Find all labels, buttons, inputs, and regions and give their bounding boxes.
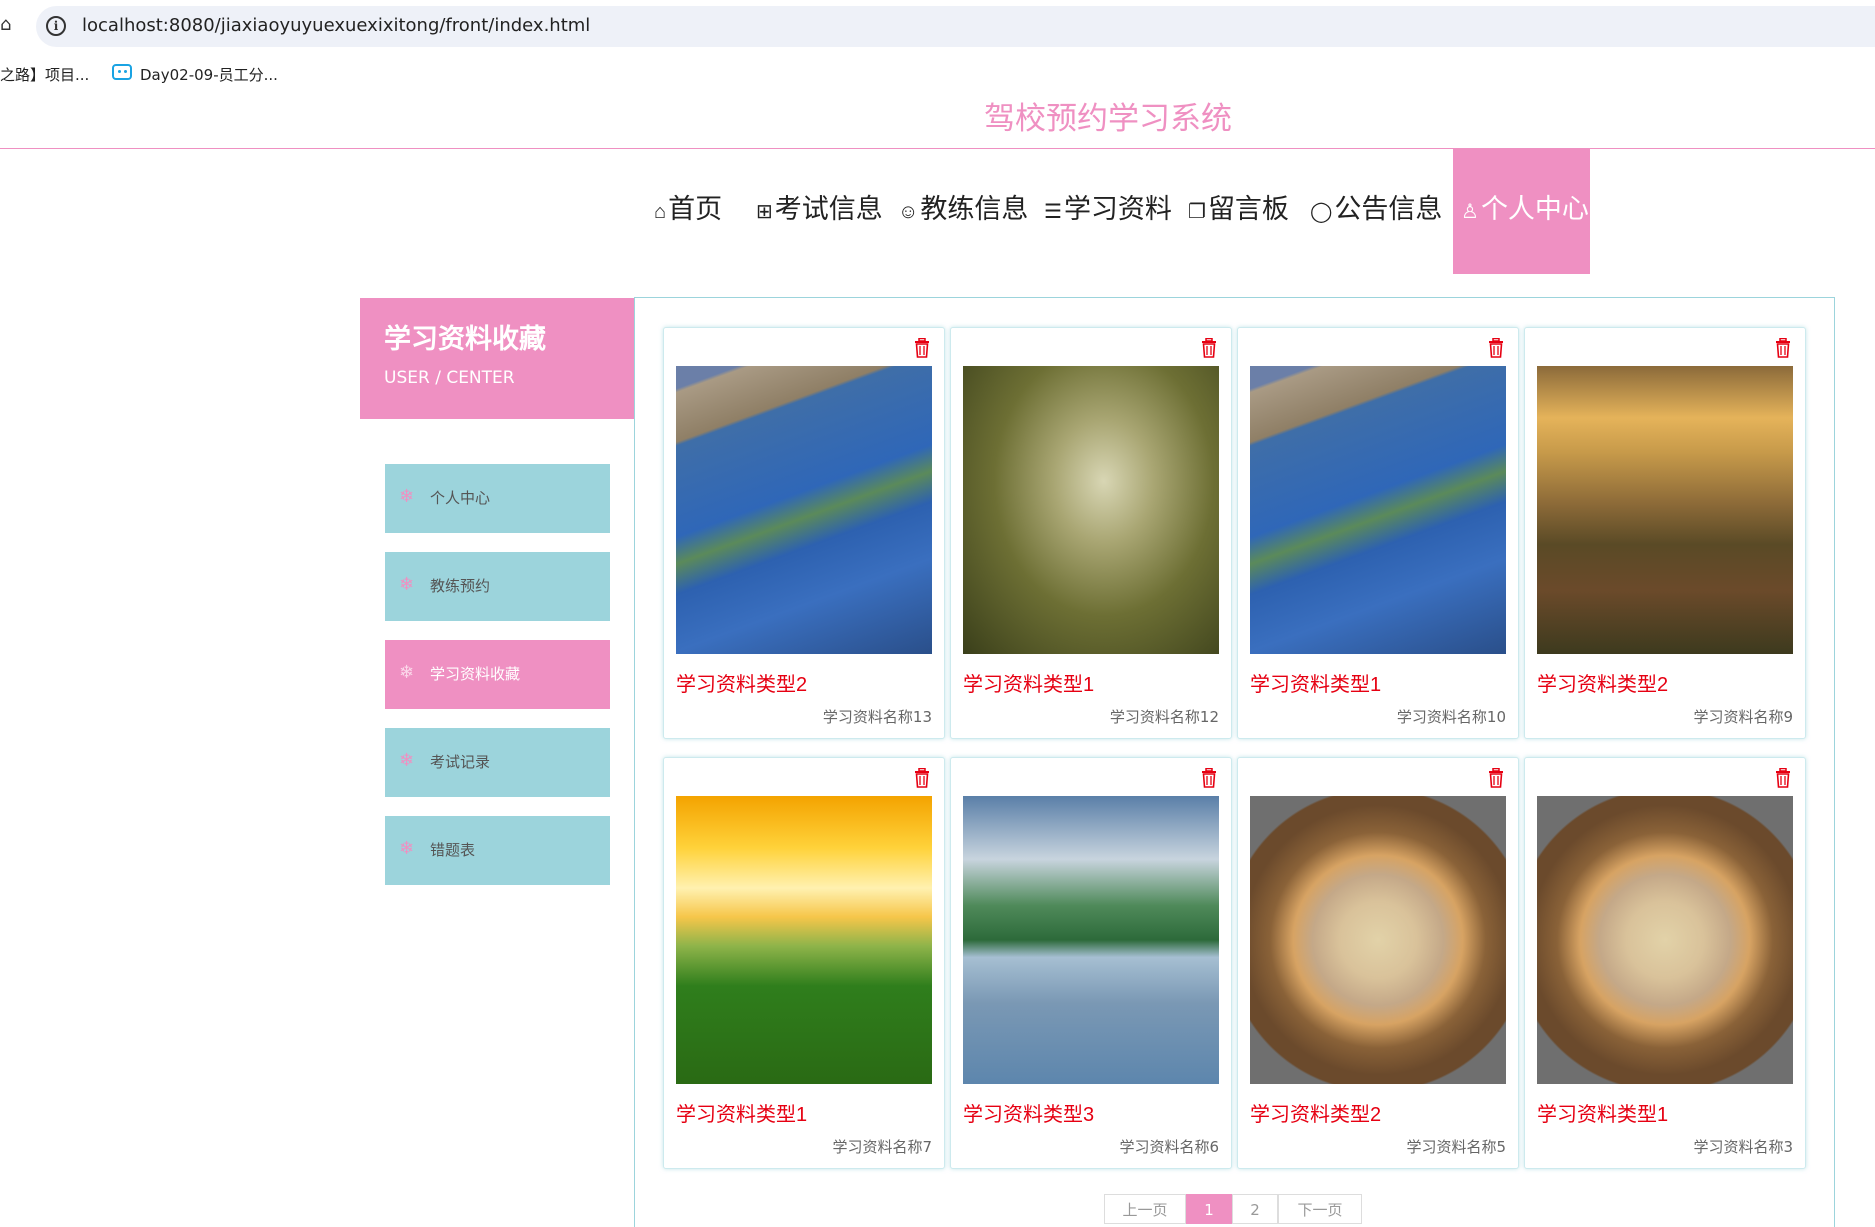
card-image[interactable] — [963, 366, 1219, 654]
home-icon[interactable]: ⌂ — [0, 14, 14, 36]
card-image[interactable] — [676, 796, 932, 1084]
page-2-button[interactable]: 2 — [1232, 1194, 1278, 1224]
favorite-card[interactable]: 学习资料类型2 学习资料名称9 — [1524, 327, 1806, 739]
card-type[interactable]: 学习资料类型2 — [1537, 671, 1668, 699]
card-image[interactable] — [676, 366, 932, 654]
snowflake-icon: ❄ — [399, 838, 415, 859]
nav-announcements[interactable]: ◯公告信息 — [1310, 149, 1442, 274]
trash-icon[interactable] — [1201, 768, 1217, 788]
card-name: 学习资料名称6 — [1119, 1138, 1219, 1156]
site-info-icon[interactable]: i — [46, 16, 66, 36]
sidebar-item-wrong-questions[interactable]: ❄ 错题表 — [385, 816, 610, 885]
nav-label: 个人中心 — [1480, 194, 1589, 224]
favorite-card[interactable]: 学习资料类型1 学习资料名称10 — [1237, 327, 1519, 739]
palette-icon: ☺ — [898, 201, 919, 223]
sidebar-item-coach-booking[interactable]: ❄ 教练预约 — [385, 552, 610, 621]
prev-page-button[interactable]: 上一页 — [1104, 1194, 1186, 1224]
nav-message-board[interactable]: ❐留言板 — [1188, 149, 1289, 274]
next-page-button[interactable]: 下一页 — [1278, 1194, 1362, 1224]
trash-icon[interactable] — [1201, 338, 1217, 358]
card-type[interactable]: 学习资料类型2 — [676, 671, 807, 699]
nav-study-materials[interactable]: ☰学习资料 — [1044, 149, 1172, 274]
sidebar-item-personal-center[interactable]: ❄ 个人中心 — [385, 464, 610, 533]
trash-icon[interactable] — [1775, 338, 1791, 358]
snowflake-icon: ❄ — [399, 486, 415, 507]
url-text[interactable]: localhost:8080/jiaxiaoyuyuexuexixitong/f… — [82, 14, 590, 38]
card-image[interactable] — [963, 796, 1219, 1084]
nav-personal-center[interactable]: ♙个人中心 — [1453, 149, 1590, 274]
nav-label: 留言板 — [1207, 194, 1289, 224]
sidebar-item-favorites[interactable]: ❄ 学习资料收藏 — [385, 640, 610, 709]
card-name: 学习资料名称7 — [832, 1138, 932, 1156]
favorite-card[interactable]: 学习资料类型2 学习资料名称5 — [1237, 757, 1519, 1169]
snowflake-icon: ❄ — [399, 662, 415, 683]
trash-icon[interactable] — [914, 338, 930, 358]
sidebar-item-exam-records[interactable]: ❄ 考试记录 — [385, 728, 610, 797]
trash-icon[interactable] — [1488, 768, 1504, 788]
home-icon: ⌂ — [654, 201, 667, 223]
trash-icon[interactable] — [914, 768, 930, 788]
nav-coach-info[interactable]: ☺教练信息 — [898, 149, 1028, 274]
sidebar-item-label: 错题表 — [430, 841, 476, 859]
card-name: 学习资料名称13 — [822, 708, 932, 726]
user-icon: ♙ — [1461, 201, 1479, 223]
card-type[interactable]: 学习资料类型1 — [1250, 671, 1381, 699]
sidebar-item-label: 学习资料收藏 — [430, 665, 521, 683]
gift-icon: ⊞ — [756, 201, 773, 223]
book-icon: ❐ — [1188, 201, 1206, 223]
sidebar-item-label: 考试记录 — [430, 753, 491, 771]
circle-icon: ◯ — [1310, 201, 1333, 223]
nav-exam-info[interactable]: ⊞考试信息 — [756, 149, 883, 274]
page-1-button[interactable]: 1 — [1186, 1194, 1232, 1224]
favorite-card[interactable]: 学习资料类型1 学习资料名称3 — [1524, 757, 1806, 1169]
favorite-card[interactable]: 学习资料类型1 学习资料名称7 — [663, 757, 945, 1169]
card-type[interactable]: 学习资料类型1 — [676, 1101, 807, 1129]
nav-label: 公告信息 — [1334, 194, 1443, 224]
card-type[interactable]: 学习资料类型1 — [1537, 1101, 1668, 1129]
snowflake-icon: ❄ — [399, 750, 415, 771]
card-name: 学习资料名称3 — [1693, 1138, 1793, 1156]
trash-icon[interactable] — [1488, 338, 1504, 358]
snowflake-icon: ❄ — [399, 574, 415, 595]
sidebar-header: 学习资料收藏 USER / CENTER — [360, 298, 635, 419]
bookmark-1[interactable]: 之路】项目... — [0, 64, 89, 86]
bookmarks-bar: 之路】项目... Day02-09-员工分... — [0, 54, 1875, 94]
card-type[interactable]: 学习资料类型3 — [963, 1101, 1094, 1129]
card-type[interactable]: 学习资料类型2 — [1250, 1101, 1381, 1129]
nav-label: 教练信息 — [920, 194, 1029, 224]
sidebar-item-label: 个人中心 — [430, 489, 491, 507]
card-name: 学习资料名称5 — [1406, 1138, 1506, 1156]
nav-label: 学习资料 — [1063, 194, 1172, 224]
card-image[interactable] — [1537, 366, 1793, 654]
card-name: 学习资料名称9 — [1693, 708, 1793, 726]
sidebar-subtitle: USER / CENTER — [384, 368, 515, 388]
sidebar-title: 学习资料收藏 — [384, 324, 546, 354]
favorite-card[interactable]: 学习资料类型2 学习资料名称13 — [663, 327, 945, 739]
card-image[interactable] — [1537, 796, 1793, 1084]
browser-toolbar: ⌂ i localhost:8080/jiaxiaoyuyuexuexixito… — [0, 0, 1875, 54]
card-type[interactable]: 学习资料类型1 — [963, 671, 1094, 699]
nav-home[interactable]: ⌂首页 — [654, 149, 722, 274]
card-name: 学习资料名称12 — [1109, 708, 1219, 726]
bilibili-icon — [112, 64, 132, 80]
clipboard-icon: ☰ — [1044, 201, 1062, 223]
nav-label: 考试信息 — [774, 194, 883, 224]
card-image[interactable] — [1250, 366, 1506, 654]
card-image[interactable] — [1250, 796, 1506, 1084]
sidebar-item-label: 教练预约 — [430, 577, 491, 595]
trash-icon[interactable] — [1775, 768, 1791, 788]
bookmark-2[interactable]: Day02-09-员工分... — [140, 64, 278, 86]
nav-label: 首页 — [668, 194, 723, 224]
favorite-card[interactable]: 学习资料类型1 学习资料名称12 — [950, 327, 1232, 739]
card-name: 学习资料名称10 — [1396, 708, 1506, 726]
favorite-card[interactable]: 学习资料类型3 学习资料名称6 — [950, 757, 1232, 1169]
site-title: 驾校预约学习系统 — [984, 101, 1232, 136]
